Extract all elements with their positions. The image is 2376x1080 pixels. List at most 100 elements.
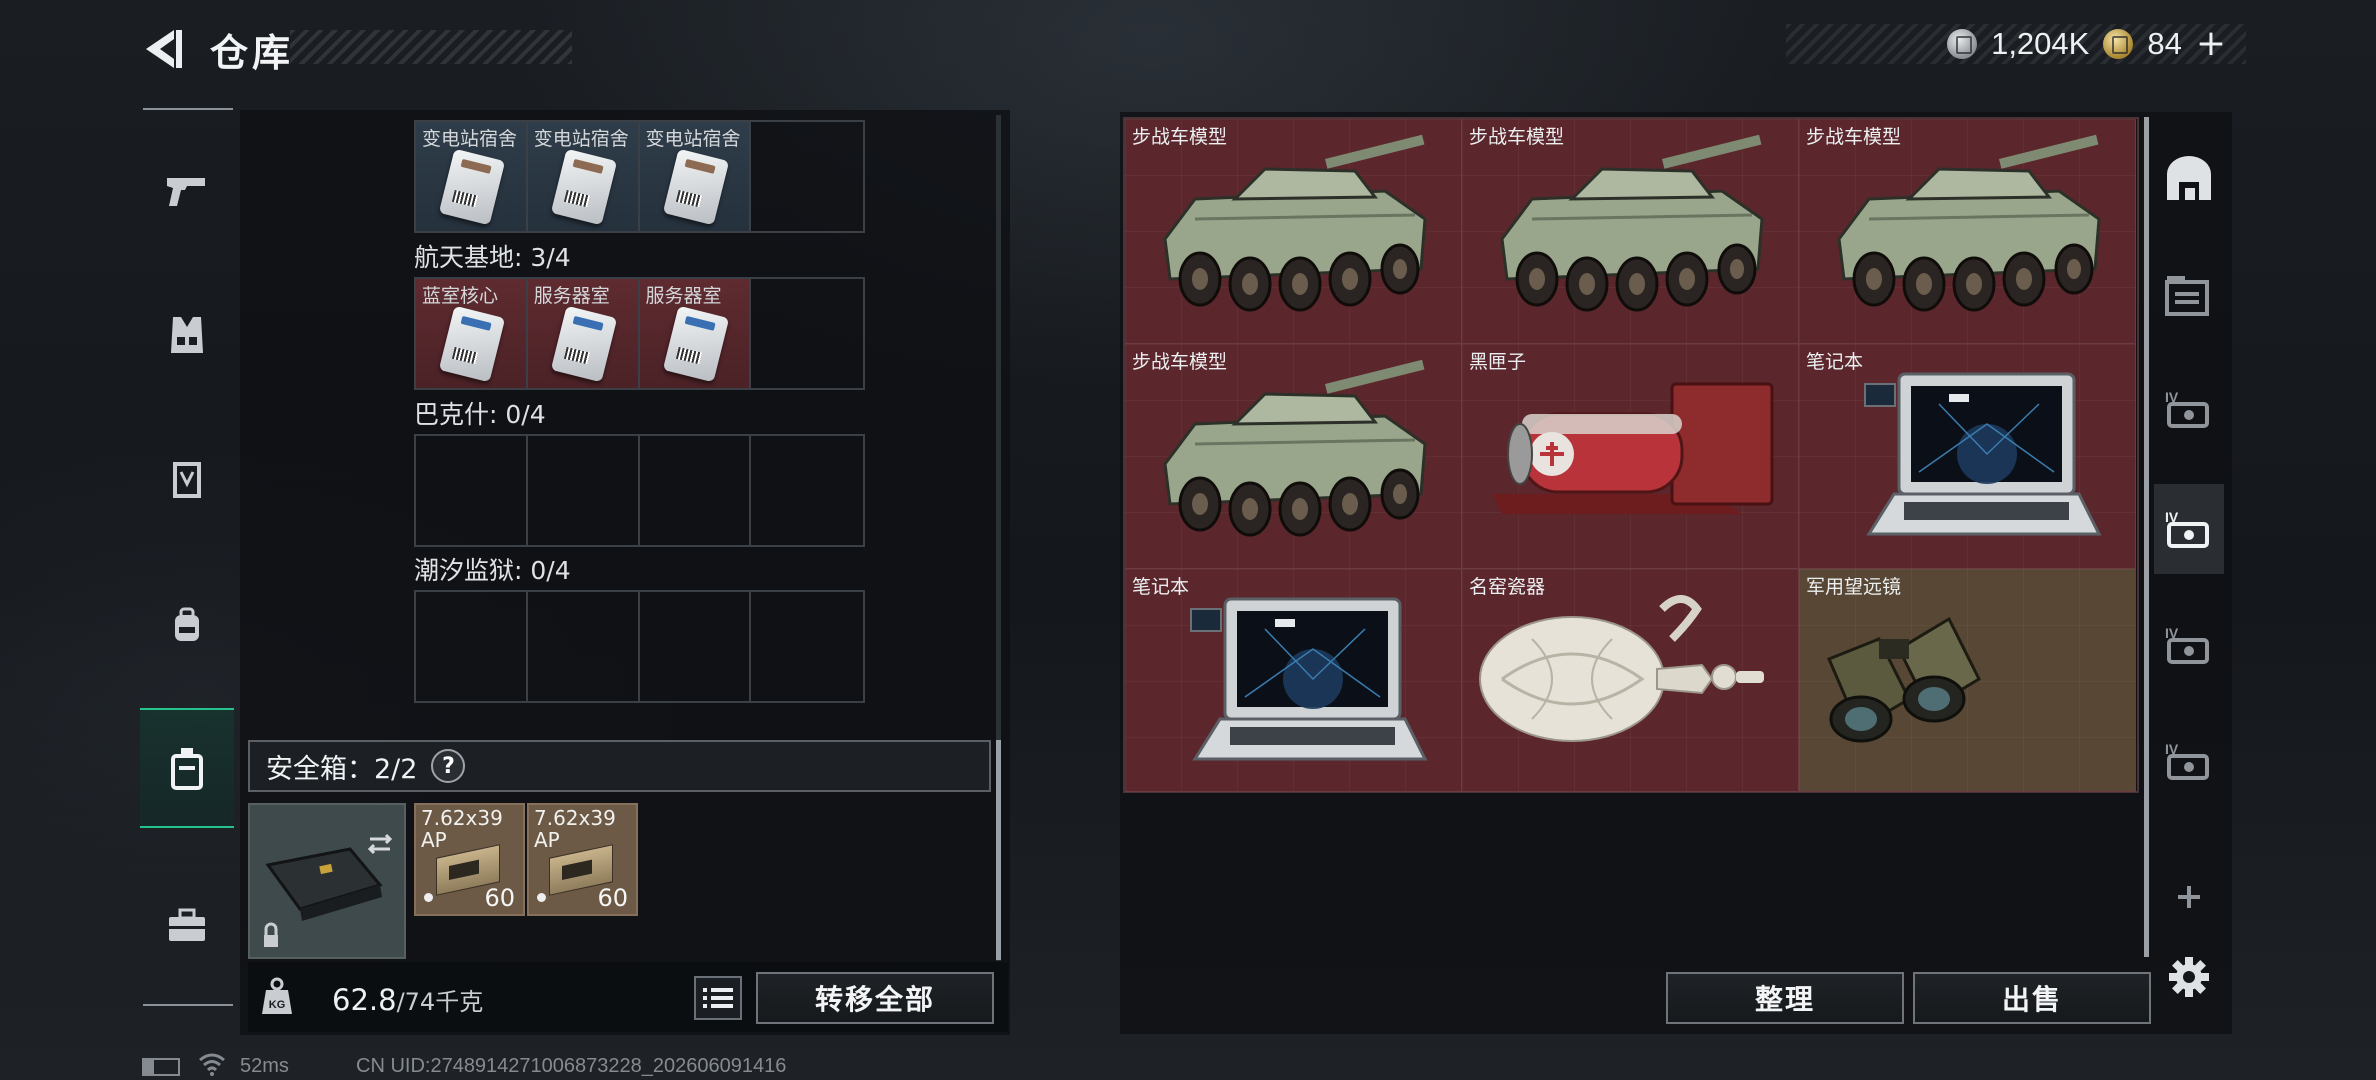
safe-box-icon [171,748,203,790]
stash-item-ifv-model[interactable]: 步战车模型 [1462,119,1799,344]
gold-currency-value: 84 [2147,26,2182,61]
ammo-slot[interactable]: 7.62x39 AP 60 [527,803,638,916]
keycard-slot-empty[interactable] [640,436,752,545]
folder-container-icon [2165,276,2209,316]
nav-item-weapons[interactable] [140,130,234,250]
sell-button[interactable]: 出售 [1913,972,2151,1024]
group-label-bakeshi: 巴克什: 0/4 [414,400,546,429]
ammo-dot-icon [537,893,546,902]
nav-divider [143,1004,233,1006]
right-nav-case-3[interactable]: IV [2154,600,2224,690]
weight-readout: 62.8/74千克 [332,983,484,1017]
keycard-slot[interactable]: 蓝室核心 [416,279,528,388]
keycard-slot[interactable]: 变电站宿舍 [416,122,528,231]
add-currency-button[interactable]: + [2196,26,2226,62]
ifv-model-icon [1837,133,2101,312]
group-label-chaoxi: 潮汐监狱: 0/4 [414,556,571,585]
stash-item-porcelain-vase[interactable]: 名窑瓷器 [1462,569,1799,792]
nav-item-toolbox[interactable] [140,865,234,985]
nav-item-armor[interactable] [140,420,234,540]
keycard-slot[interactable]: 服务器室 [639,279,752,388]
swap-icon [367,833,393,855]
ifv-model-icon [1500,133,1764,312]
right-nav-case-2[interactable]: IV [2154,484,2224,574]
nav-item-safe-box[interactable] [140,708,234,828]
title-decoration [290,30,572,64]
right-nav-case-1[interactable]: IV [2154,364,2224,454]
keycard-slot-empty[interactable] [528,592,640,701]
right-scrollbar[interactable] [2144,117,2149,957]
right-nav-add[interactable] [2154,852,2224,942]
ping-readout: 52ms [240,1055,289,1077]
keycard-slot-empty[interactable] [751,592,863,701]
stash-grid: 步战车模型 步战车模型 步战车模型 步战车模型 黑匣子 笔记本 笔记本 名窑瓷器… [1123,117,2139,793]
keycard-row-substation: 变电站宿舍 变电站宿舍 变电站宿舍 [414,120,865,233]
left-scrollbar-thumb[interactable] [996,740,1001,960]
help-button[interactable]: ? [431,749,466,783]
keycard-slot[interactable]: 服务器室 [527,279,640,388]
gear-icon [2169,957,2209,997]
right-nav-case-4[interactable]: IV [2154,716,2224,806]
stash-item-black-box[interactable]: 黑匣子 [1462,344,1799,569]
gold-coin-icon [2103,29,2134,59]
stash-item-laptop[interactable]: 笔记本 [1799,344,2136,569]
laptop-icon [1189,597,1427,761]
laptop-icon [1863,372,2101,536]
settings-button[interactable] [2154,932,2224,1022]
binoculars-icon [1827,616,1981,743]
list-icon [703,988,733,1008]
keycard-slot-empty[interactable] [528,436,640,545]
keycard-slot[interactable]: 变电站宿舍 [639,122,752,231]
back-button[interactable] [140,26,186,72]
keycard-row-bakeshi [414,434,865,547]
keycard-icon [438,148,506,226]
battery-icon [142,1058,180,1076]
back-arrow-icon [146,30,182,68]
case-iv-icon: IV [2165,625,2209,664]
stash-item-ifv-model[interactable]: 步战车模型 [1125,344,1462,569]
black-box-icon [1492,382,1774,514]
safe-case-icon [264,833,393,947]
keycard-slot-empty[interactable] [751,122,863,231]
right-nav-stash[interactable] [2154,134,2224,224]
toolbox-icon [169,908,205,941]
keycard-slot-empty[interactable] [751,436,863,545]
keycard-icon [550,305,617,383]
list-view-button[interactable] [694,976,742,1020]
keycard-slot-empty[interactable] [416,436,528,545]
ammo-count: 60 [484,884,515,912]
nav-divider [143,108,233,110]
stash-item-binoculars[interactable]: 军用望远镜 [1799,569,2136,792]
right-nav-container[interactable] [2154,250,2224,340]
sort-button[interactable]: 整理 [1666,972,1904,1024]
silver-currency-value: 1,204K [1991,26,2090,61]
keycard-slot-empty[interactable] [640,592,752,701]
pistol-icon [167,178,205,206]
safe-box-case[interactable] [248,803,406,959]
page-title: 仓库 [210,31,295,75]
armor-icon [173,462,201,498]
ammo-dot-icon [424,893,433,902]
vest-icon [171,317,203,353]
nav-item-vest[interactable] [140,275,234,395]
stash-item-laptop[interactable]: 笔记本 [1125,569,1462,792]
ammo-count: 60 [597,884,628,912]
transfer-all-button[interactable]: 转移全部 [756,972,994,1024]
ammo-slot[interactable]: 7.62x39 AP 60 [414,803,525,916]
keycard-slot-empty[interactable] [416,592,528,701]
safe-box-title: 安全箱：2/2 [266,753,418,785]
stash-item-ifv-model[interactable]: 步战车模型 [1125,119,1462,344]
case-iv-icon: IV [2165,389,2209,428]
nav-item-backpack[interactable] [140,565,234,685]
uid-readout: CN UID:2748914271006873228_202606091416 [356,1055,787,1077]
weight-icon: KG [258,976,296,1016]
keycard-slot-empty[interactable] [751,279,863,388]
ammo-label: 7.62x39 AP [534,806,616,852]
safe-box-header: 安全箱：2/2 ? [248,740,991,792]
keycard-slot[interactable]: 变电站宿舍 [527,122,640,231]
stash-item-ifv-model[interactable]: 步战车模型 [1799,119,2136,344]
silver-coin-icon [1947,29,1978,59]
case-iv-icon: IV [2165,741,2209,780]
wifi-icon [198,1052,226,1080]
keycard-icon [662,148,729,226]
